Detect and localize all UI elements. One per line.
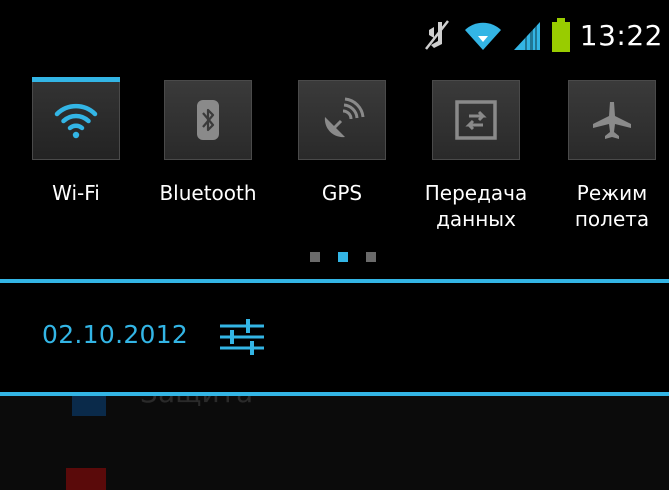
list-item-label: Защита [140, 396, 253, 409]
app-icon [66, 468, 106, 490]
mute-icon [424, 20, 449, 50]
background-app-list: Защита [0, 396, 669, 490]
wifi-icon [464, 22, 501, 50]
gps-toggle-button[interactable] [298, 80, 386, 160]
page-indicator [310, 252, 394, 262]
status-clock: 13:22 [579, 18, 663, 52]
date-row: 02.10.2012 [0, 284, 669, 392]
tile-label-airplane-mode: Режим полета [574, 181, 650, 231]
airplane-icon [593, 102, 631, 139]
page-dot-active [338, 252, 348, 262]
signal-icon [513, 22, 540, 50]
status-bar: 13:22 [0, 0, 669, 72]
airplane-mode-toggle-button[interactable] [568, 80, 656, 160]
tile-label-bluetooth: Bluetooth [159, 181, 257, 205]
tile-label-data-transfer: Передача данных [424, 181, 528, 231]
page-dot [366, 252, 376, 262]
battery-icon [551, 18, 570, 52]
tile-label-wifi: Wi-Fi [52, 181, 100, 205]
shield-icon [72, 396, 106, 416]
page-dot [310, 252, 320, 262]
wifi-icon [54, 103, 98, 139]
bluetooth-icon [197, 100, 219, 140]
data-transfer-icon [455, 100, 497, 140]
tile-active-indicator [32, 77, 120, 82]
status-icons: 13:22 [422, 14, 663, 56]
tile-label-gps: GPS [321, 181, 363, 205]
data-transfer-toggle-button[interactable] [432, 80, 520, 160]
wifi-toggle-button[interactable] [32, 80, 120, 160]
divider-top [0, 279, 669, 283]
gps-icon [324, 97, 365, 138]
bluetooth-toggle-button[interactable] [164, 80, 252, 160]
settings-sliders-icon[interactable] [216, 314, 268, 360]
date-label: 02.10.2012 [42, 320, 189, 349]
quick-settings-panel: Wi-Fi Bluetooth GPS Передача данных Режи… [0, 72, 669, 280]
